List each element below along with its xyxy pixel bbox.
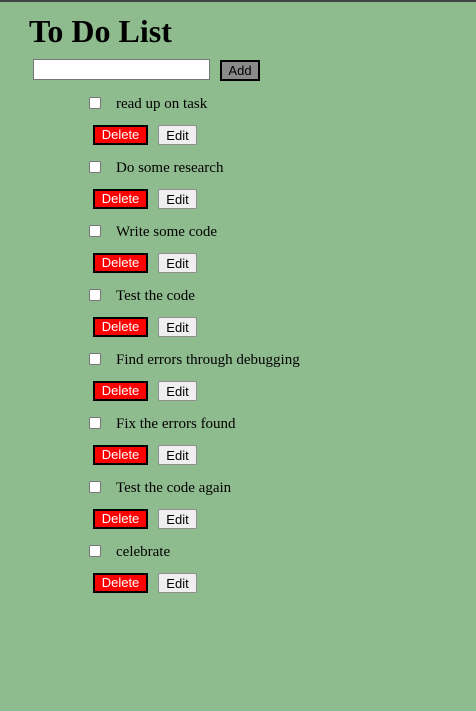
delete-button[interactable]: Delete: [93, 253, 148, 273]
task-item: Find errors through debugging Delete Edi…: [0, 346, 476, 410]
edit-button[interactable]: Edit: [158, 189, 197, 209]
task-item: Test the code again Delete Edit: [0, 474, 476, 538]
task-text: Fix the errors found: [116, 416, 236, 432]
task-text: celebrate: [116, 544, 171, 560]
task-text: Test the code: [116, 288, 195, 304]
task-item: Test the code Delete Edit: [0, 282, 476, 346]
task-text: read up on task: [116, 96, 208, 112]
task-checkbox[interactable]: [89, 289, 101, 301]
edit-button[interactable]: Edit: [158, 253, 197, 273]
task-checkbox[interactable]: [89, 225, 101, 237]
task-text: Find errors through debugging: [116, 352, 300, 368]
task-item: read up on task Delete Edit: [0, 90, 476, 154]
edit-button[interactable]: Edit: [158, 381, 197, 401]
task-checkbox[interactable]: [89, 481, 101, 493]
edit-button[interactable]: Edit: [158, 445, 197, 465]
task-text: Write some code: [116, 224, 218, 240]
new-task-input[interactable]: [33, 59, 210, 80]
task-checkbox[interactable]: [89, 417, 101, 429]
delete-button[interactable]: Delete: [93, 445, 148, 465]
task-list: read up on task Delete Edit Do some rese…: [0, 90, 476, 602]
add-button[interactable]: Add: [220, 60, 260, 81]
edit-button[interactable]: Edit: [158, 509, 197, 529]
page-title: To Do List: [29, 13, 172, 49]
edit-button[interactable]: Edit: [158, 573, 197, 593]
delete-button[interactable]: Delete: [93, 381, 148, 401]
delete-button[interactable]: Delete: [93, 509, 148, 529]
task-checkbox[interactable]: [89, 161, 101, 173]
task-checkbox[interactable]: [89, 353, 101, 365]
delete-button[interactable]: Delete: [93, 573, 148, 593]
task-item: celebrate Delete Edit: [0, 538, 476, 602]
edit-button[interactable]: Edit: [158, 125, 197, 145]
task-text: Do some research: [116, 160, 224, 176]
task-checkbox[interactable]: [89, 545, 101, 557]
delete-button[interactable]: Delete: [93, 189, 148, 209]
delete-button[interactable]: Delete: [93, 125, 148, 145]
task-checkbox[interactable]: [89, 97, 101, 109]
edit-button[interactable]: Edit: [158, 317, 197, 337]
task-item: Fix the errors found Delete Edit: [0, 410, 476, 474]
delete-button[interactable]: Delete: [93, 317, 148, 337]
task-text: Test the code again: [116, 480, 232, 496]
task-item: Do some research Delete Edit: [0, 154, 476, 218]
task-item: Write some code Delete Edit: [0, 218, 476, 282]
